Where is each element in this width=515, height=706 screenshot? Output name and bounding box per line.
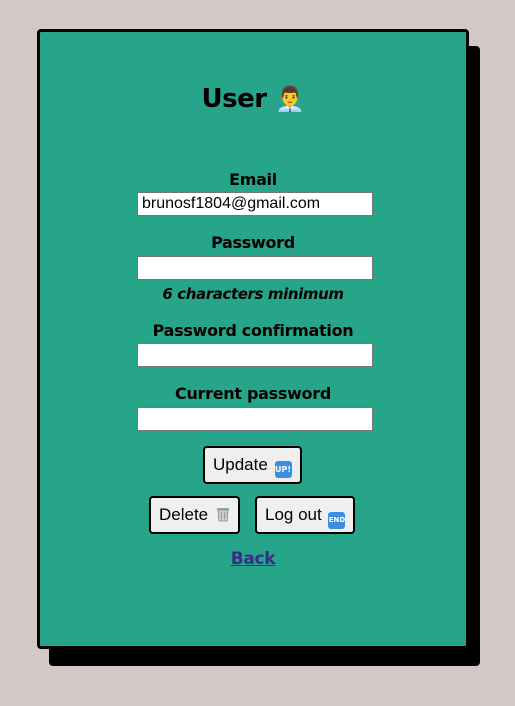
password-label: Password [211, 233, 295, 252]
current-password-label: Current password [175, 384, 331, 403]
up-button-icon: UP! [274, 461, 292, 478]
logout-button-label: Log out [265, 505, 322, 524]
wastebasket-icon [216, 508, 229, 522]
edit-user-card: User 👨‍💼 Email Password 6 characters min… [37, 29, 469, 649]
current-password-field[interactable] [137, 407, 373, 431]
logout-button[interactable]: Log out END [255, 496, 356, 534]
delete-button[interactable]: Delete [149, 496, 240, 534]
businessman-icon: 👨‍💼 [275, 85, 305, 113]
page-title-text: User [201, 84, 268, 114]
password-hint: 6 characters minimum [162, 285, 344, 303]
page-title: User 👨‍💼 [40, 84, 466, 114]
back-link[interactable]: Back [40, 549, 466, 569]
update-button[interactable]: Update UP! [203, 446, 302, 484]
email-field[interactable] [137, 192, 373, 216]
end-arrow-icon: END [328, 512, 346, 529]
email-label: Email [229, 170, 277, 189]
password-confirmation-field[interactable] [137, 343, 373, 367]
update-button-label: Update [213, 455, 268, 474]
delete-button-label: Delete [159, 505, 209, 524]
password-field[interactable] [137, 256, 373, 280]
password-confirmation-label: Password confirmation [152, 321, 354, 340]
